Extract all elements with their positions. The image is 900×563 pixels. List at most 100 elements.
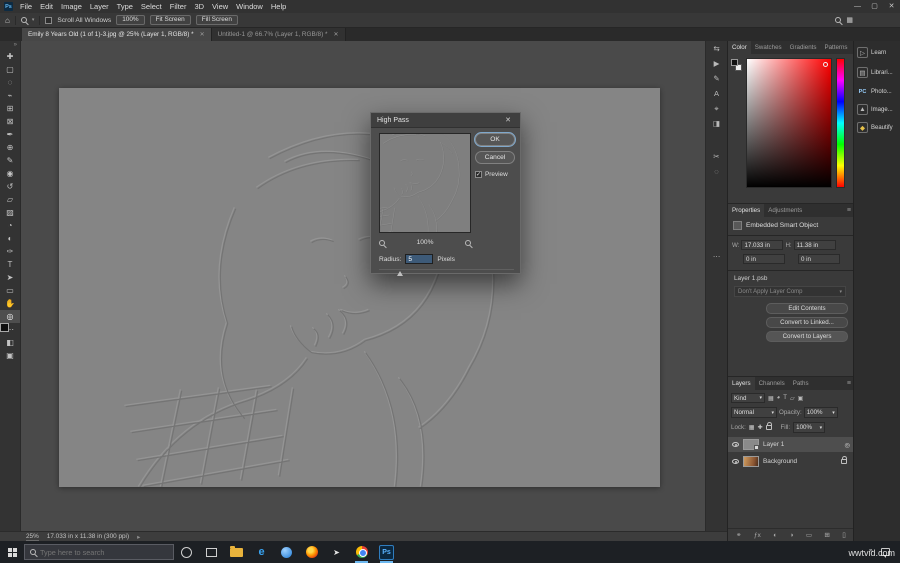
search-input[interactable] bbox=[40, 547, 168, 557]
clone-stamp-tool[interactable]: ◉ bbox=[0, 167, 20, 180]
ok-button[interactable]: OK bbox=[475, 133, 515, 146]
pen-tool[interactable]: ✑ bbox=[0, 245, 20, 258]
delete-layer-icon[interactable]: ▯ bbox=[842, 531, 846, 539]
layer-row-selected[interactable]: Layer 1 ◎ bbox=[728, 437, 854, 452]
type-tool[interactable]: T bbox=[0, 258, 20, 271]
blend-mode-dropdown[interactable]: Normal ▾ bbox=[731, 407, 777, 418]
screen-mode-icon[interactable]: ▣ bbox=[0, 349, 20, 362]
actions-panel-icon[interactable]: ▶ bbox=[706, 56, 727, 71]
rail-item-beautify[interactable]: ◆ Beautify bbox=[857, 122, 899, 133]
path-select-tool[interactable]: ➤ bbox=[0, 271, 20, 284]
zoom-tool[interactable]: ◎ bbox=[0, 310, 20, 323]
layer-name[interactable]: Background bbox=[763, 458, 797, 465]
rail-item-libraries[interactable]: ▤ Librari... bbox=[857, 67, 899, 78]
fit-screen-button[interactable]: Fit Screen bbox=[149, 14, 191, 26]
adjustment-filter-icon[interactable]: ◕ bbox=[777, 395, 781, 401]
visibility-eye-icon[interactable] bbox=[732, 442, 739, 447]
dialog-title-bar[interactable]: High Pass ✕ bbox=[371, 113, 520, 128]
rail-item-image[interactable]: ▲ Image... bbox=[857, 104, 899, 115]
height-value[interactable]: 11.38 in bbox=[793, 240, 836, 250]
radius-slider-track[interactable] bbox=[379, 269, 514, 270]
healing-brush-tool[interactable]: ⊕ bbox=[0, 141, 20, 154]
menu-help[interactable]: Help bbox=[267, 0, 290, 13]
preview-checkbox-row[interactable]: ✓ Preview bbox=[475, 171, 508, 178]
visibility-eye-icon[interactable] bbox=[732, 459, 739, 464]
layer-style-icon[interactable]: ƒx bbox=[754, 532, 761, 539]
pixel-filter-icon[interactable]: ▦ bbox=[768, 395, 774, 402]
hand-tool[interactable]: ✋ bbox=[0, 297, 20, 310]
panel-arrows-icon[interactable]: ⇆ bbox=[706, 41, 727, 56]
firefox-button[interactable] bbox=[299, 541, 324, 563]
navigator-icon[interactable]: ⌖ bbox=[706, 101, 727, 116]
more-panels-icon[interactable]: ⋯ bbox=[706, 249, 727, 264]
foreground-color-swatch[interactable] bbox=[731, 59, 738, 66]
radius-slider-thumb[interactable] bbox=[397, 271, 403, 276]
fill-screen-button[interactable]: Fill Screen bbox=[195, 14, 238, 26]
layer-name[interactable]: Layer 1 bbox=[763, 441, 784, 448]
preview-checkbox[interactable]: ✓ bbox=[475, 171, 482, 178]
start-button[interactable] bbox=[0, 541, 24, 563]
minimize-button[interactable]: — bbox=[849, 0, 866, 13]
tab-close-icon[interactable]: ✕ bbox=[200, 31, 205, 38]
menu-type[interactable]: Type bbox=[113, 0, 137, 13]
tab-layers[interactable]: Layers bbox=[728, 377, 755, 390]
eraser-tool[interactable]: ▱ bbox=[0, 193, 20, 206]
dodge-tool[interactable]: ◐ bbox=[0, 232, 20, 245]
tab-close-icon[interactable]: ✕ bbox=[334, 31, 339, 38]
frame-tool[interactable]: ⊠ bbox=[0, 115, 20, 128]
layer-group-icon[interactable]: ▭ bbox=[806, 531, 812, 539]
brush-settings-icon[interactable]: ✎ bbox=[706, 71, 727, 86]
layer-mask-icon[interactable]: ◐ bbox=[773, 532, 777, 539]
maximize-button[interactable]: ▢ bbox=[866, 0, 883, 13]
crop-tool[interactable]: ⊞ bbox=[0, 102, 20, 115]
zoom-tool-icon[interactable] bbox=[20, 17, 27, 23]
rail-item-photo[interactable]: PC Photo... bbox=[857, 86, 899, 97]
browser-button[interactable] bbox=[274, 541, 299, 563]
file-explorer-button[interactable] bbox=[224, 541, 249, 563]
lock-position-icon[interactable]: ✚ bbox=[757, 424, 762, 431]
move-tool[interactable]: ✚ bbox=[0, 50, 20, 63]
shapes-icon[interactable]: ◌ bbox=[706, 164, 727, 179]
link-layers-icon[interactable]: ⚭ bbox=[736, 531, 742, 539]
zoom-in-icon[interactable] bbox=[465, 239, 471, 246]
zoom-out-icon[interactable] bbox=[379, 239, 385, 246]
layer-row-background[interactable]: Background bbox=[728, 454, 854, 469]
convert-to-linked-button[interactable]: Convert to Linked... bbox=[766, 317, 848, 328]
tab-paths[interactable]: Paths bbox=[789, 377, 813, 390]
search-icon[interactable] bbox=[835, 17, 842, 23]
blur-tool[interactable]: ◔ bbox=[0, 219, 20, 232]
cortana-button[interactable] bbox=[174, 541, 199, 563]
lock-pixels-icon[interactable]: ▦ bbox=[749, 424, 755, 431]
tab-patterns[interactable]: Patterns bbox=[820, 41, 851, 54]
menu-filter[interactable]: Filter bbox=[166, 0, 191, 13]
edge-button[interactable]: e bbox=[249, 541, 274, 563]
dialog-close-icon[interactable]: ✕ bbox=[502, 116, 514, 124]
tab-adjustments[interactable]: Adjustments bbox=[764, 204, 806, 217]
new-layer-icon[interactable]: ⊞ bbox=[824, 531, 830, 539]
tool-dropdown-arrow-icon[interactable]: ▾ bbox=[32, 17, 35, 23]
dialog-preview-thumbnail[interactable] bbox=[379, 133, 471, 233]
canvas-pasteboard[interactable] bbox=[21, 41, 705, 531]
tab-channels[interactable]: Channels bbox=[755, 377, 789, 390]
document-tab-active[interactable]: Emily 8 Years Old (1 of 1)-3.jpg @ 25% (… bbox=[22, 28, 212, 41]
cancel-button[interactable]: Cancel bbox=[475, 151, 515, 164]
type-filter-icon[interactable]: T bbox=[783, 395, 787, 401]
adjustment-layer-icon[interactable]: ◑ bbox=[790, 532, 794, 539]
history-brush-tool[interactable]: ↺ bbox=[0, 180, 20, 193]
y-position-value[interactable]: 0 in bbox=[798, 254, 840, 264]
eyedropper-tool[interactable]: ✒ bbox=[0, 128, 20, 141]
store-button[interactable]: ➤ bbox=[324, 541, 349, 563]
taskbar-search[interactable] bbox=[24, 544, 174, 560]
shape-filter-icon[interactable]: ▱ bbox=[790, 395, 795, 402]
convert-to-layers-button[interactable]: Convert to Layers bbox=[766, 331, 848, 342]
menu-select[interactable]: Select bbox=[137, 0, 166, 13]
histogram-icon[interactable]: ◨ bbox=[706, 116, 727, 131]
menu-file[interactable]: File bbox=[16, 0, 36, 13]
document-tab-inactive[interactable]: Untitled-1 @ 66.7% (Layer 1, RGB/8) * ✕ bbox=[211, 28, 346, 41]
quick-selection-tool[interactable]: ⌁ bbox=[0, 89, 20, 102]
color-field-marker[interactable] bbox=[823, 62, 828, 67]
layer-comp-dropdown[interactable]: Don't Apply Layer Comp ▾ bbox=[734, 286, 846, 297]
fill-dropdown[interactable]: 100% ▾ bbox=[793, 422, 826, 433]
menu-3d[interactable]: 3D bbox=[190, 0, 208, 13]
menu-edit[interactable]: Edit bbox=[36, 0, 57, 13]
